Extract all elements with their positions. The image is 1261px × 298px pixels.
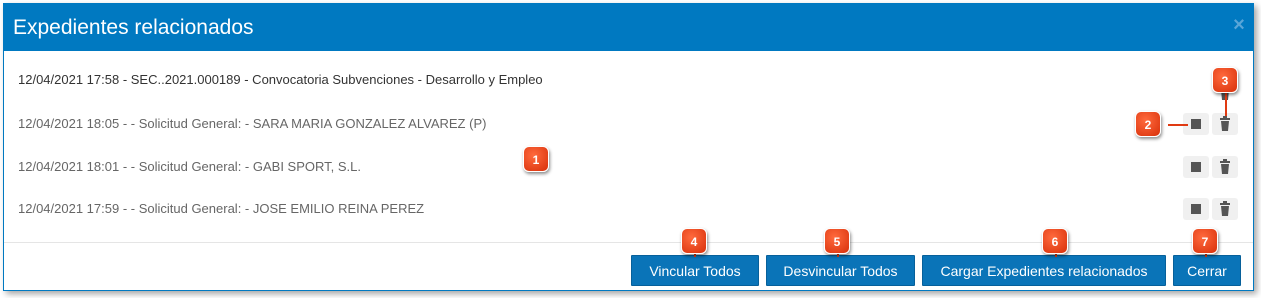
callout-badge: 7	[1192, 228, 1218, 254]
link-button[interactable]	[1183, 156, 1209, 178]
callout-badge: 2	[1135, 111, 1161, 137]
delete-button[interactable]	[1212, 198, 1238, 220]
dialog-header: Expedientes relacionados ×	[4, 4, 1253, 51]
callout-badge: 6	[1042, 228, 1068, 254]
related-record: 12/04/2021 18:05 - - Solicitud General: …	[18, 116, 487, 131]
square-icon	[1191, 204, 1201, 214]
callout-badge: 3	[1212, 67, 1238, 93]
vincular-todos-button[interactable]: Vincular Todos	[631, 255, 759, 286]
square-icon	[1191, 162, 1201, 172]
delete-button[interactable]	[1212, 113, 1238, 135]
main-record: 12/04/2021 17:58 - SEC..2021.000189 - Co…	[18, 72, 543, 87]
callout-connector	[1225, 90, 1227, 116]
related-record: 12/04/2021 17:59 - - Solicitud General: …	[18, 201, 425, 216]
cerrar-button[interactable]: Cerrar	[1173, 255, 1241, 286]
callout-badge: 1	[523, 146, 549, 172]
dialog-title: Expedientes relacionados	[13, 16, 254, 39]
trash-icon	[1220, 201, 1230, 216]
link-button[interactable]	[1183, 198, 1209, 220]
delete-button[interactable]	[1212, 156, 1238, 178]
callout-badge: 5	[824, 228, 850, 254]
close-icon[interactable]: ×	[1230, 15, 1248, 35]
desvincular-todos-button[interactable]: Desvincular Todos	[766, 255, 915, 286]
cargar-expedientes-button[interactable]: Cargar Expedientes relacionados	[922, 255, 1166, 286]
related-record: 12/04/2021 18:01 - - Solicitud General: …	[18, 159, 361, 174]
trash-icon	[1220, 159, 1230, 174]
related-files-dialog: Expedientes relacionados × 12/04/2021 17…	[3, 3, 1254, 291]
trash-icon	[1220, 116, 1230, 131]
callout-badge: 4	[681, 228, 707, 254]
callout-connector	[1168, 124, 1188, 126]
